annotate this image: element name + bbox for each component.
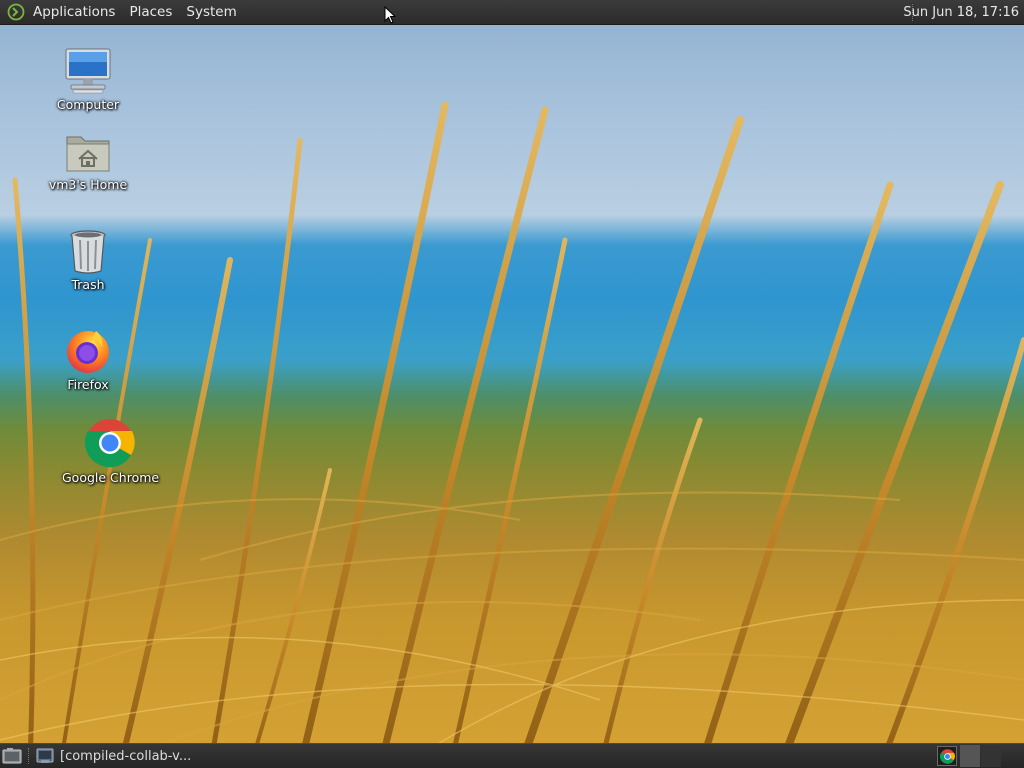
desktop-icon-computer[interactable]: Computer	[40, 45, 136, 112]
firefox-icon	[67, 331, 109, 373]
chrome-icon	[85, 419, 135, 468]
desktop-icon-firefox[interactable]: Firefox	[40, 325, 136, 392]
workspace-switcher-1[interactable]	[960, 745, 980, 767]
desktop-icon-trash[interactable]: Trash	[40, 225, 136, 292]
chrome-icon	[939, 748, 955, 764]
taskbar-window-button[interactable]: [compiled-collab-v...	[36, 745, 216, 767]
top-panel: Applications Places System Sun Jun 18, 1…	[0, 0, 1024, 25]
desktop-icon-home[interactable]: vm3's Home	[40, 125, 136, 192]
computer-icon	[65, 48, 111, 94]
menu-applications[interactable]: Applications	[26, 0, 122, 25]
desktop[interactable]: Applications Places System Sun Jun 18, 1…	[0, 0, 1024, 768]
workspace-switcher-2[interactable]	[981, 745, 1001, 767]
wallpaper-grass	[0, 101, 1024, 768]
panel-separator	[28, 748, 31, 764]
mouse-cursor-icon	[384, 6, 396, 24]
desktop-icon-label: vm3's Home	[48, 177, 128, 192]
bottom-panel: [compiled-collab-v...	[0, 743, 1024, 768]
menu-places[interactable]: Places	[122, 0, 179, 25]
desktop-icon-chrome[interactable]: Google Chrome	[62, 418, 160, 485]
terminal-window-icon	[36, 748, 54, 763]
tray-chrome-button[interactable]	[937, 746, 957, 766]
home-folder-icon	[66, 136, 110, 172]
desktop-icon-label: Trash	[71, 277, 105, 292]
mate-logo-icon[interactable]	[6, 2, 26, 22]
show-desktop-button[interactable]	[2, 747, 22, 765]
taskbar-window-label: [compiled-collab-v...	[60, 748, 192, 764]
desktop-icon-label: Google Chrome	[62, 470, 160, 485]
menu-system[interactable]: System	[179, 0, 243, 25]
show-desktop-icon	[2, 748, 22, 764]
desktop-icon-label: Firefox	[67, 377, 109, 392]
desktop-icon-label: Computer	[56, 97, 120, 112]
trash-icon	[70, 230, 106, 274]
clock[interactable]: Sun Jun 18, 17:16	[903, 0, 1019, 25]
